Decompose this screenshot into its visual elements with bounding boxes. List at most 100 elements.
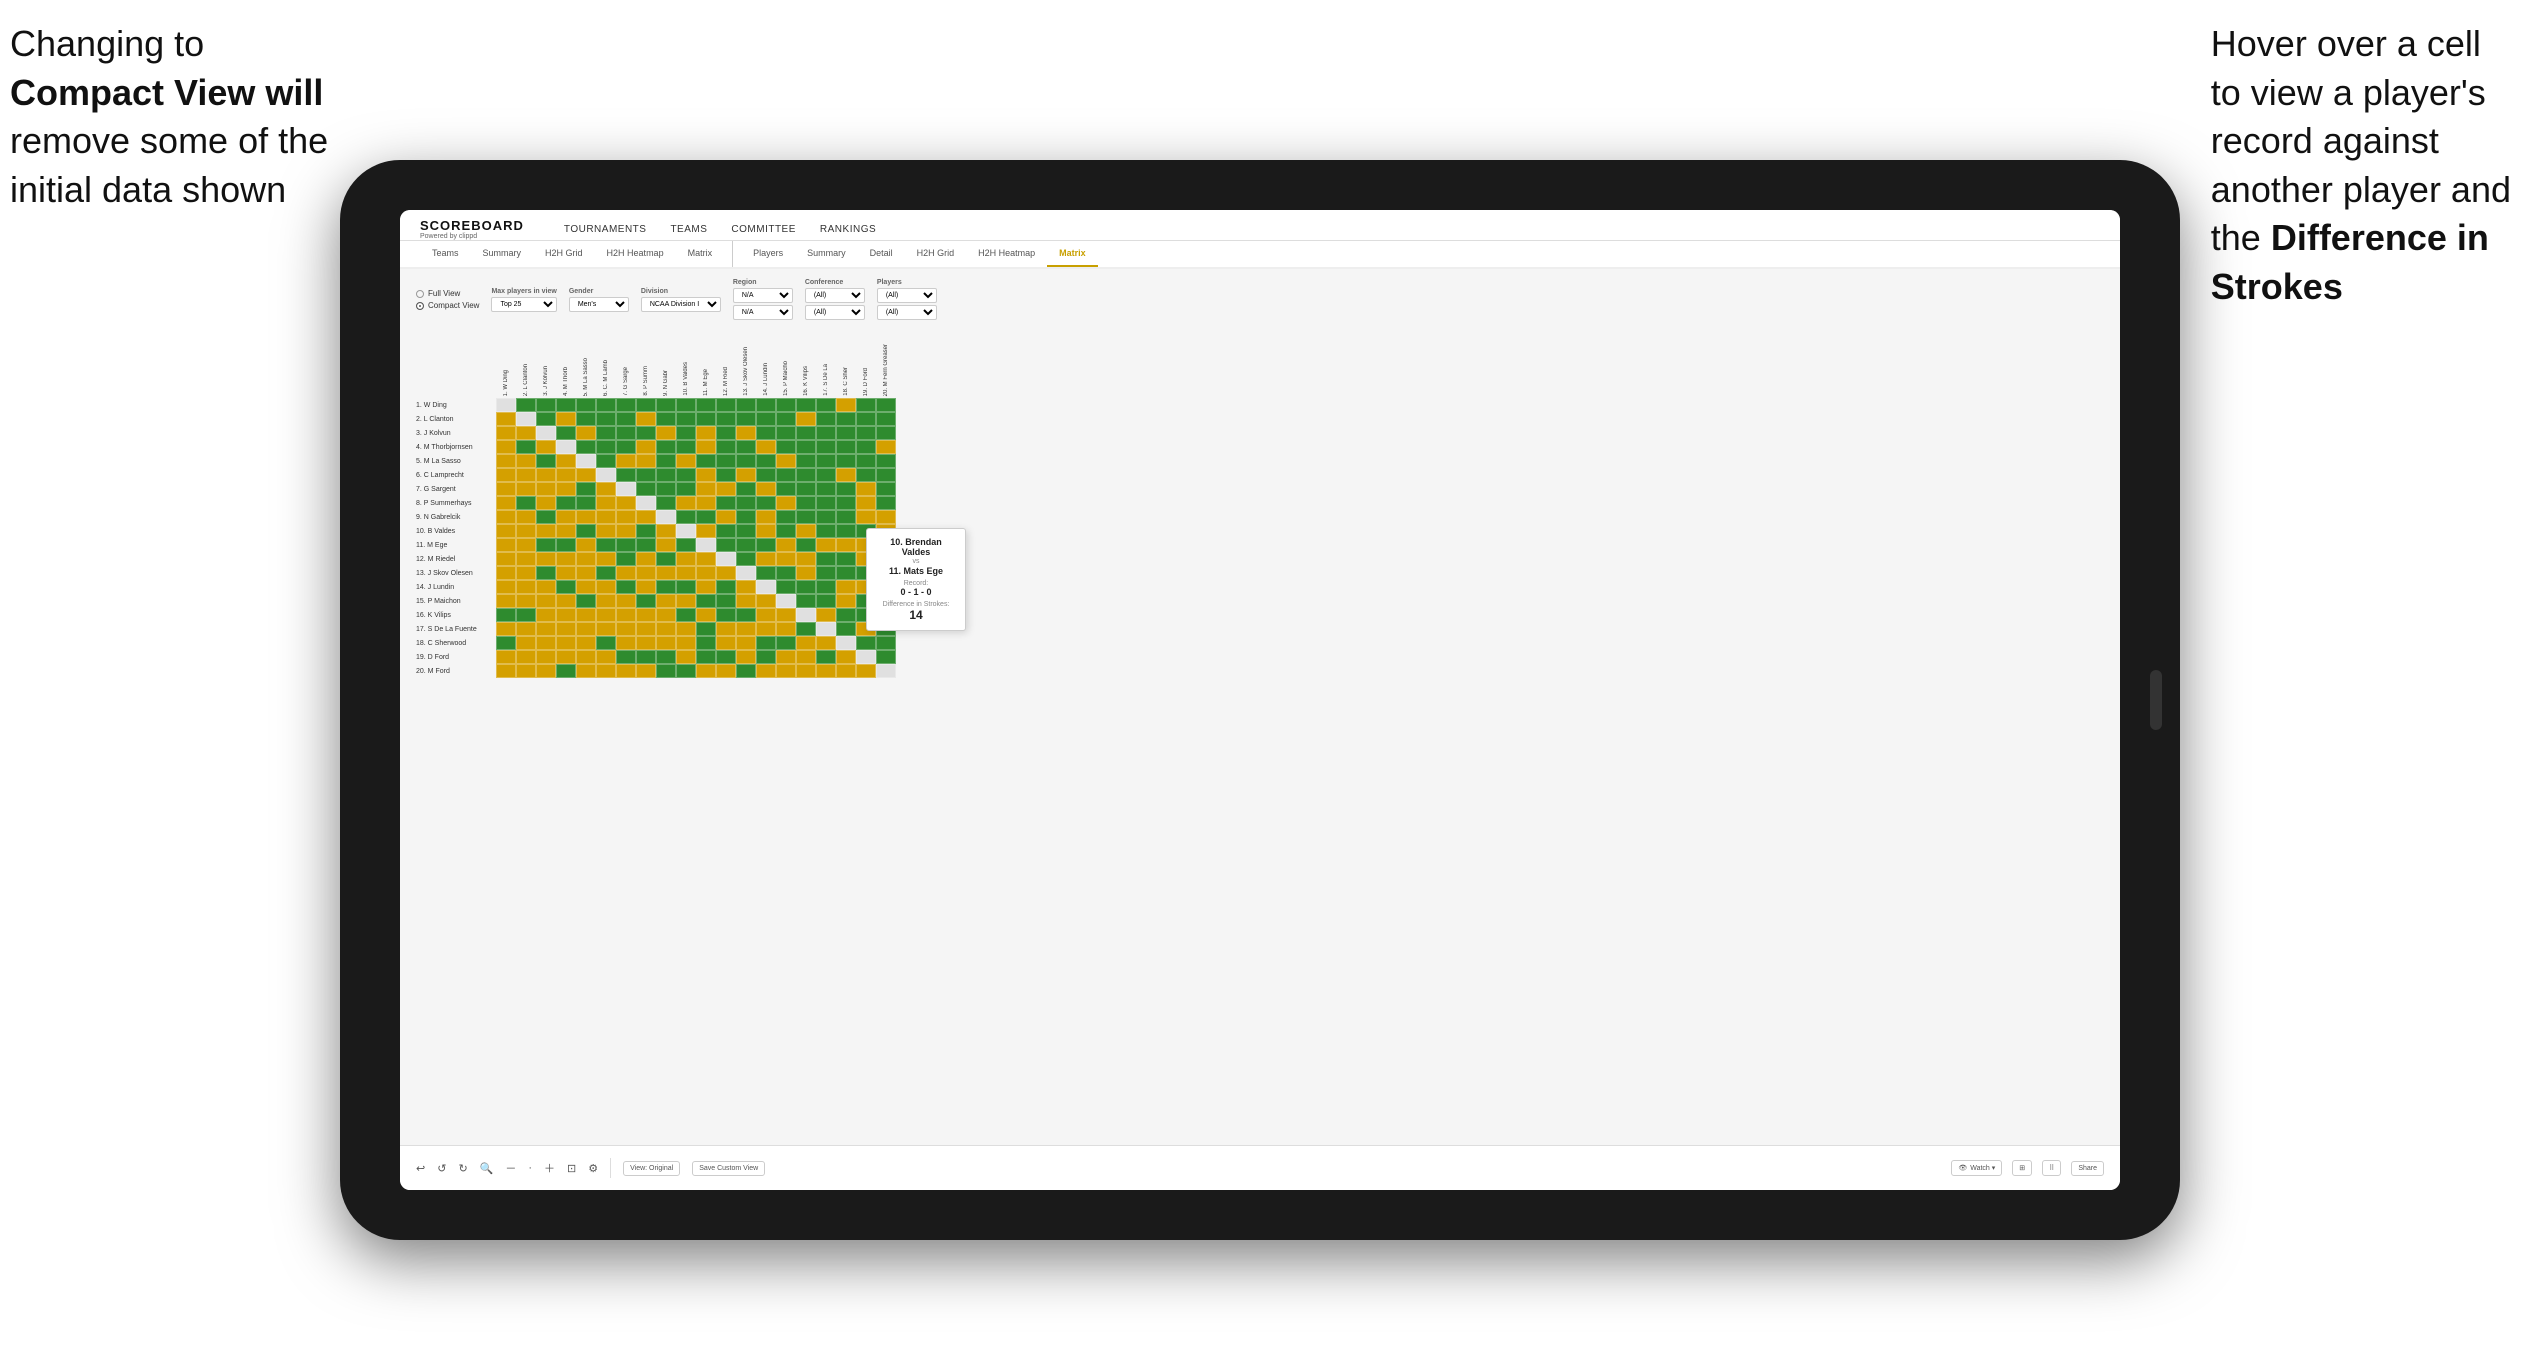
matrix-cell-18-5[interactable] [576,636,596,650]
matrix-cell-1-15[interactable] [776,398,796,412]
matrix-cell-2-2[interactable] [516,412,536,426]
conference-select-2[interactable]: (All) [805,305,865,320]
matrix-cell-4-16[interactable] [796,440,816,454]
matrix-cell-17-5[interactable] [576,622,596,636]
matrix-cell-2-11[interactable] [696,412,716,426]
matrix-cell-3-6[interactable] [596,426,616,440]
matrix-cell-13-1[interactable] [496,566,516,580]
matrix-cell-7-18[interactable] [836,482,856,496]
matrix-cell-8-17[interactable] [816,496,836,510]
matrix-cell-19-2[interactable] [516,650,536,664]
matrix-cell-3-18[interactable] [836,426,856,440]
matrix-cell-10-8[interactable] [636,524,656,538]
matrix-cell-2-6[interactable] [596,412,616,426]
matrix-cell-8-10[interactable] [676,496,696,510]
matrix-cell-2-14[interactable] [756,412,776,426]
matrix-cell-14-16[interactable] [796,580,816,594]
matrix-cell-7-20[interactable] [876,482,896,496]
matrix-cell-11-2[interactable] [516,538,536,552]
matrix-cell-9-2[interactable] [516,510,536,524]
matrix-cell-6-18[interactable] [836,468,856,482]
matrix-cell-20-5[interactable] [576,664,596,678]
matrix-cell-1-12[interactable] [716,398,736,412]
matrix-cell-16-6[interactable] [596,608,616,622]
matrix-cell-16-15[interactable] [776,608,796,622]
matrix-cell-13-6[interactable] [596,566,616,580]
matrix-cell-3-5[interactable] [576,426,596,440]
matrix-cell-11-18[interactable] [836,538,856,552]
matrix-cell-4-14[interactable] [756,440,776,454]
matrix-cell-10-5[interactable] [576,524,596,538]
matrix-cell-16-1[interactable] [496,608,516,622]
matrix-cell-15-2[interactable] [516,594,536,608]
matrix-cell-2-13[interactable] [736,412,756,426]
matrix-cell-12-14[interactable] [756,552,776,566]
matrix-cell-6-12[interactable] [716,468,736,482]
matrix-cell-1-6[interactable] [596,398,616,412]
zoom-fit-icon[interactable]: ⊡ [567,1162,576,1175]
matrix-cell-17-18[interactable] [836,622,856,636]
matrix-cell-12-15[interactable] [776,552,796,566]
matrix-cell-8-4[interactable] [556,496,576,510]
matrix-cell-13-7[interactable] [616,566,636,580]
matrix-cell-10-6[interactable] [596,524,616,538]
matrix-cell-17-1[interactable] [496,622,516,636]
tab-detail[interactable]: Detail [858,241,905,267]
matrix-cell-14-9[interactable] [656,580,676,594]
matrix-cell-16-4[interactable] [556,608,576,622]
matrix-cell-19-6[interactable] [596,650,616,664]
matrix-cell-9-14[interactable] [756,510,776,524]
matrix-cell-15-15[interactable] [776,594,796,608]
matrix-cell-6-17[interactable] [816,468,836,482]
matrix-cell-9-17[interactable] [816,510,836,524]
matrix-cell-6-20[interactable] [876,468,896,482]
matrix-cell-4-11[interactable] [696,440,716,454]
matrix-cell-5-16[interactable] [796,454,816,468]
matrix-cell-9-10[interactable] [676,510,696,524]
matrix-cell-10-11[interactable] [696,524,716,538]
matrix-cell-7-11[interactable] [696,482,716,496]
settings-icon[interactable]: ⚙ [588,1162,598,1175]
matrix-cell-19-3[interactable] [536,650,556,664]
matrix-cell-2-8[interactable] [636,412,656,426]
matrix-cell-16-13[interactable] [736,608,756,622]
matrix-cell-9-19[interactable] [856,510,876,524]
matrix-cell-7-6[interactable] [596,482,616,496]
matrix-cell-12-1[interactable] [496,552,516,566]
players-select-2[interactable]: (All) [877,305,937,320]
matrix-cell-7-14[interactable] [756,482,776,496]
matrix-cell-4-5[interactable] [576,440,596,454]
matrix-cell-18-15[interactable] [776,636,796,650]
matrix-cell-13-4[interactable] [556,566,576,580]
matrix-cell-13-18[interactable] [836,566,856,580]
matrix-cell-6-5[interactable] [576,468,596,482]
matrix-cell-17-6[interactable] [596,622,616,636]
matrix-cell-18-3[interactable] [536,636,556,650]
matrix-cell-8-7[interactable] [616,496,636,510]
matrix-cell-8-3[interactable] [536,496,556,510]
matrix-cell-2-9[interactable] [656,412,676,426]
matrix-cell-14-17[interactable] [816,580,836,594]
matrix-cell-16-5[interactable] [576,608,596,622]
matrix-cell-5-17[interactable] [816,454,836,468]
matrix-cell-15-16[interactable] [796,594,816,608]
matrix-cell-20-6[interactable] [596,664,616,678]
matrix-cell-11-11[interactable] [696,538,716,552]
matrix-cell-20-2[interactable] [516,664,536,678]
matrix-cell-18-10[interactable] [676,636,696,650]
matrix-cell-19-5[interactable] [576,650,596,664]
nav-tournaments[interactable]: TOURNAMENTS [564,220,647,239]
matrix-cell-3-13[interactable] [736,426,756,440]
matrix-cell-16-16[interactable] [796,608,816,622]
matrix-cell-12-11[interactable] [696,552,716,566]
matrix-cell-18-19[interactable] [856,636,876,650]
share-options-button[interactable]: ⊞ [2012,1160,2032,1176]
matrix-cell-6-6[interactable] [596,468,616,482]
conference-select-1[interactable]: (All) [805,288,865,303]
matrix-cell-5-9[interactable] [656,454,676,468]
matrix-cell-5-13[interactable] [736,454,756,468]
matrix-cell-4-17[interactable] [816,440,836,454]
matrix-cell-6-11[interactable] [696,468,716,482]
matrix-cell-9-6[interactable] [596,510,616,524]
matrix-cell-19-7[interactable] [616,650,636,664]
